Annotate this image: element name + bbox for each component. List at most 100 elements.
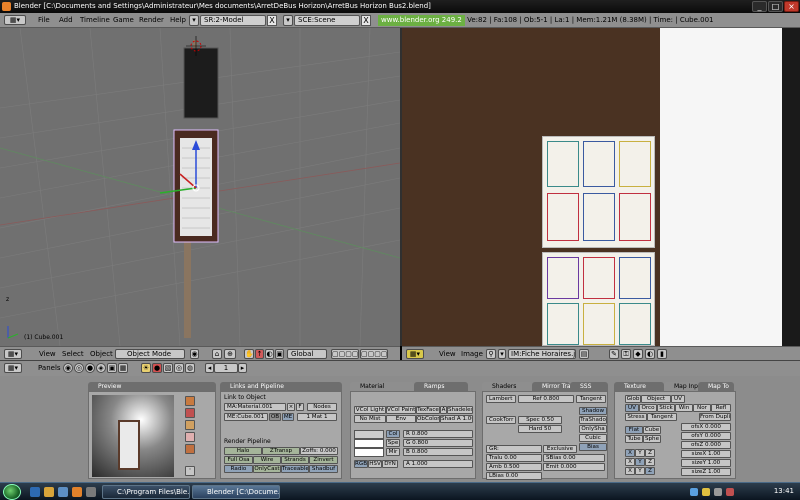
- preview-flat-icon[interactable]: [185, 396, 195, 406]
- onlysha-toggle[interactable]: OnlySha: [579, 425, 607, 433]
- hand-icon[interactable]: ✋: [244, 349, 254, 359]
- scene-field[interactable]: SCE:Scene: [294, 15, 360, 26]
- material-fake-user-button[interactable]: F: [296, 403, 304, 411]
- menu-view-image[interactable]: View: [439, 350, 456, 358]
- cube-mapping-toggle[interactable]: Cube: [643, 426, 661, 434]
- start-button[interactable]: [3, 484, 21, 500]
- obcolor-toggle[interactable]: ObColor: [416, 415, 440, 423]
- tralu-slider[interactable]: Tralu 0.00: [486, 454, 542, 462]
- scene-browse-button[interactable]: ▾: [283, 15, 293, 26]
- manipulator-toggle[interactable]: ⊕: [224, 349, 236, 359]
- editor-type-button[interactable]: ▦▾: [4, 349, 22, 359]
- size-x-field[interactable]: sizeX 1.00: [681, 450, 731, 458]
- material-name-field[interactable]: MA:Material.001: [224, 403, 286, 411]
- sss-tab[interactable]: SSS: [570, 382, 608, 391]
- stick-toggle[interactable]: Stick: [657, 404, 675, 412]
- object-context-icon[interactable]: ◈: [96, 363, 106, 373]
- col-swatch[interactable]: [354, 430, 384, 439]
- logic-context-icon[interactable]: ◉: [63, 363, 73, 373]
- preview-cube-icon[interactable]: [185, 420, 195, 430]
- preview-panel-tab[interactable]: Preview: [88, 382, 216, 391]
- explorer-quicklaunch-icon[interactable]: [44, 487, 54, 497]
- orientation-select[interactable]: Global: [287, 349, 327, 359]
- blue-slider[interactable]: B 0.800: [403, 448, 473, 456]
- image-alpha-icon[interactable]: ▮: [657, 349, 667, 359]
- blender-url[interactable]: www.blender.org 249.2: [378, 15, 465, 26]
- texture-icon[interactable]: ▧: [163, 363, 173, 373]
- proj-x-x[interactable]: X: [625, 449, 635, 457]
- texface-toggle[interactable]: TexFace: [416, 406, 440, 414]
- media-quicklaunch-icon[interactable]: [86, 487, 96, 497]
- image-paint-icon[interactable]: ✎: [609, 349, 619, 359]
- screen-browse-button[interactable]: ▾: [189, 15, 199, 26]
- ramps-panel-tab[interactable]: Ramps: [414, 382, 468, 391]
- preview-hair-icon[interactable]: [185, 444, 195, 454]
- preview-sphere-icon[interactable]: [185, 408, 195, 418]
- green-slider[interactable]: G 0.800: [403, 439, 473, 447]
- image-draw-icon[interactable]: ◐: [645, 349, 655, 359]
- image-name-field[interactable]: IM:Fiche Horaires.jpg: [508, 349, 576, 359]
- uv-toggle[interactable]: UV: [625, 404, 639, 412]
- editing-context-icon[interactable]: ▣: [107, 363, 117, 373]
- sbias-slider[interactable]: SBias 0.00: [543, 454, 605, 462]
- strands-toggle[interactable]: Strands: [281, 456, 309, 464]
- radio-icon[interactable]: ◎: [174, 363, 184, 373]
- proj-y-z[interactable]: Z: [645, 458, 655, 466]
- size-y-field[interactable]: sizeY 1.00: [681, 459, 731, 467]
- proj-x-y[interactable]: Y: [635, 449, 645, 457]
- win-toggle[interactable]: Win: [675, 404, 693, 412]
- rotate-icon[interactable]: ◐: [265, 349, 274, 359]
- dyn-mode-button[interactable]: DYN: [382, 460, 398, 468]
- menu-image[interactable]: Image: [461, 350, 483, 358]
- shadeless-toggle[interactable]: Shadeless: [447, 406, 473, 414]
- shadbuf-toggle[interactable]: Shadbuf: [309, 465, 338, 473]
- diffuse-shader-select[interactable]: Lambert: [486, 395, 516, 403]
- image-pack-icon[interactable]: ▤: [579, 349, 589, 359]
- menu-help[interactable]: Help: [170, 16, 186, 24]
- tray-security-icon[interactable]: [702, 488, 710, 496]
- ofs-y-field[interactable]: ofsY 0.000: [681, 432, 731, 440]
- taskbar-item-blender[interactable]: Blender [C:\Docume...: [192, 485, 280, 499]
- tangent-toggle[interactable]: Tangent: [576, 395, 606, 403]
- emit-slider[interactable]: Emit 0.000: [543, 463, 605, 471]
- trashado-toggle[interactable]: TraShado: [579, 416, 607, 424]
- mirror-tran-tab[interactable]: Mirror Tran: [532, 382, 570, 391]
- vcol-light-toggle[interactable]: VCol Light: [354, 406, 386, 414]
- translate-icon[interactable]: ↑: [255, 349, 264, 359]
- col-button[interactable]: Col: [386, 430, 400, 438]
- map-input-tab[interactable]: Map Input: [664, 382, 698, 391]
- light-group-field[interactable]: GR:: [486, 445, 542, 453]
- tube-mapping-toggle[interactable]: Tube: [625, 435, 643, 443]
- flat-mapping-toggle[interactable]: Flat: [625, 426, 643, 434]
- onlycast-toggle[interactable]: OnlyCast: [253, 465, 281, 473]
- proj-y-y[interactable]: Y: [635, 458, 645, 466]
- cubic-toggle[interactable]: Cubic: [579, 434, 607, 442]
- mode-select[interactable]: Object Mode: [115, 349, 185, 359]
- alpha-slider[interactable]: A 1.000: [403, 460, 473, 468]
- sphe-mapping-toggle[interactable]: Sphe: [643, 435, 661, 443]
- texface-alpha-toggle[interactable]: A: [440, 406, 447, 414]
- scene-context-icon[interactable]: ▦: [118, 363, 128, 373]
- refl-toggle[interactable]: Refl: [711, 404, 731, 412]
- glob-toggle[interactable]: Glob: [625, 395, 641, 403]
- draw-type-button[interactable]: ◉: [190, 349, 199, 359]
- red-slider[interactable]: R 0.800: [403, 430, 473, 438]
- taskbar-item-cmd[interactable]: C:\Program Files\Ble...: [102, 485, 190, 499]
- spe-button[interactable]: Spe: [386, 439, 400, 447]
- menu-view-3d[interactable]: View: [39, 350, 56, 358]
- traceable-toggle[interactable]: Traceable: [281, 465, 309, 473]
- material-index-field[interactable]: 1 Mat 1: [297, 413, 337, 421]
- editor-type-button-buttons[interactable]: ▦▾: [4, 363, 22, 373]
- pin-icon[interactable]: ⚲: [486, 349, 496, 359]
- wire-toggle[interactable]: Wire: [253, 456, 281, 464]
- lamp-icon[interactable]: ☀: [141, 363, 151, 373]
- frame-next-button[interactable]: ▸: [238, 363, 247, 373]
- image-editor-viewport[interactable]: [402, 28, 800, 346]
- frame-prev-button[interactable]: ◂: [205, 363, 214, 373]
- spec-slider[interactable]: Spec 0.50: [518, 416, 562, 424]
- ztransp-toggle[interactable]: ZTransp: [262, 447, 300, 455]
- image-lock-icon[interactable]: ⚿: [621, 349, 631, 359]
- layer-buttons-1[interactable]: ▢▢▢▢▢: [331, 349, 359, 359]
- mir-button[interactable]: Mir: [386, 448, 400, 456]
- specular-shader-select[interactable]: CookTorr: [486, 416, 516, 424]
